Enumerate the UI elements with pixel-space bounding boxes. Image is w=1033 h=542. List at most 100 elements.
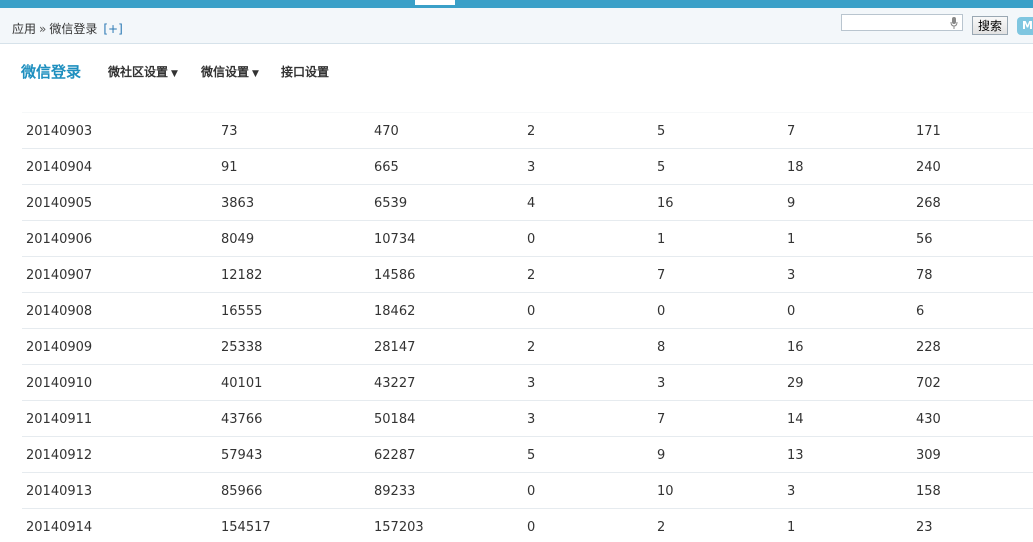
table-cell: 10 [657,484,674,499]
table-cell: 171 [916,124,941,139]
table-cell: 18462 [374,304,416,319]
search-button[interactable]: 搜索 [972,16,1008,35]
table-cell: 0 [787,304,796,319]
table-cell: 62287 [374,448,416,463]
table-cell: 3 [527,160,536,175]
table-cell: 20140911 [26,412,93,427]
table-cell: 43227 [374,376,416,391]
table-cell: 28147 [374,340,416,355]
table-cell: 20140910 [26,376,93,391]
table-row: 20140908 16555 18462 0 0 0 6 [22,292,1033,329]
table-row: 20140911 43766 50184 3 7 14 430 [22,400,1033,437]
table-cell: 2 [527,124,536,139]
table-cell: 13 [787,448,804,463]
table-cell: 73 [221,124,238,139]
table-cell: 0 [527,304,536,319]
table-cell: 20140907 [26,268,93,283]
add-shortcut-link[interactable]: [+] [103,22,122,36]
table-row: 20140905 3863 6539 4 16 9 268 [22,184,1033,221]
table-cell: 10734 [374,232,416,247]
table-cell: 2 [657,520,666,535]
table-cell: 1 [657,232,666,247]
table-row: 20140912 57943 62287 5 9 13 309 [22,436,1033,473]
table-cell: 228 [916,340,941,355]
table-cell: 29 [787,376,804,391]
table-row: 20140907 12182 14586 2 7 3 78 [22,256,1033,293]
table-cell: 12182 [221,268,263,283]
table-cell: 5 [657,160,666,175]
menu-api-settings[interactable]: 接口设置 [281,63,329,80]
table-cell: 7 [657,412,666,427]
table-cell: 16 [657,196,674,211]
table-cell: 665 [374,160,399,175]
table-cell: 0 [527,520,536,535]
table-row: 20140914 154517 157203 0 2 1 23 [22,508,1033,542]
table-cell: 268 [916,196,941,211]
menu-wechat-settings[interactable]: 微信设置 ▼ [201,63,259,80]
microphone-icon[interactable] [950,17,958,29]
table-cell: 23 [916,520,933,535]
table-cell: 5 [527,448,536,463]
dropdown-caret-icon: ▼ [252,69,259,79]
table-cell: 20140909 [26,340,93,355]
stats-table: 20140903 73 470 2 5 7 171 20140904 91 66… [0,94,1033,542]
search-input[interactable] [841,14,963,31]
menu-item-label: 微社区设置 [108,65,169,79]
table-cell: 2 [527,268,536,283]
table-cell: 56 [916,232,933,247]
table-cell: 20140914 [26,520,93,535]
table-cell: 3 [787,268,796,283]
menu-item-label: 接口设置 [281,65,330,79]
table-row-partial [22,94,1033,113]
table-cell: 702 [916,376,941,391]
table-cell: 7 [787,124,796,139]
table-cell: 430 [916,412,941,427]
table-cell: 3 [787,484,796,499]
table-cell: 9 [787,196,796,211]
table-cell: 6539 [374,196,408,211]
breadcrumb-current[interactable]: 微信登录 [49,22,97,36]
table-cell: 3 [657,376,666,391]
breadcrumb: 应用» 微信登录 [+] [12,20,123,37]
menu-community-settings[interactable]: 微社区设置 ▼ [108,63,178,80]
corner-badge[interactable]: M [1017,17,1033,35]
table-cell: 91 [221,160,238,175]
table-cell: 2 [527,340,536,355]
table-cell: 20140908 [26,304,93,319]
table-cell: 20140903 [26,124,93,139]
table-cell: 8 [657,340,666,355]
table-cell: 3863 [221,196,255,211]
table-cell: 50184 [374,412,416,427]
app-nav: 微信登录 微社区设置 ▼ 微信设置 ▼ 接口设置 [0,44,1033,94]
table-cell: 3 [527,376,536,391]
app-title[interactable]: 微信登录 [21,61,81,82]
table-cell: 43766 [221,412,263,427]
breadcrumb-separator: » [39,22,47,36]
table-cell: 3 [527,412,536,427]
table-cell: 40101 [221,376,263,391]
table-cell: 20140906 [26,232,93,247]
table-cell: 470 [374,124,399,139]
table-cell: 6 [916,304,925,319]
table-row: 20140904 91 665 3 5 18 240 [22,148,1033,185]
table-cell: 57943 [221,448,263,463]
table-cell: 20140905 [26,196,93,211]
table-cell: 20140913 [26,484,93,499]
table-cell: 240 [916,160,941,175]
table-cell: 14586 [374,268,416,283]
table-cell: 0 [657,304,666,319]
table-cell: 0 [527,232,536,247]
table-row: 20140910 40101 43227 3 3 29 702 [22,364,1033,401]
dropdown-caret-icon: ▼ [171,69,178,79]
table-cell: 89233 [374,484,416,499]
table-cell: 4 [527,196,536,211]
table-cell: 20140904 [26,160,93,175]
menu-item-label: 微信设置 [201,65,250,79]
table-cell: 1 [787,520,796,535]
header-bar: 应用» 微信登录 [+] 搜索 M [0,8,1033,44]
table-cell: 7 [657,268,666,283]
breadcrumb-root[interactable]: 应用 [12,22,36,36]
table-row: 20140913 85966 89233 0 10 3 158 [22,472,1033,509]
table-cell: 14 [787,412,804,427]
table-cell: 18 [787,160,804,175]
